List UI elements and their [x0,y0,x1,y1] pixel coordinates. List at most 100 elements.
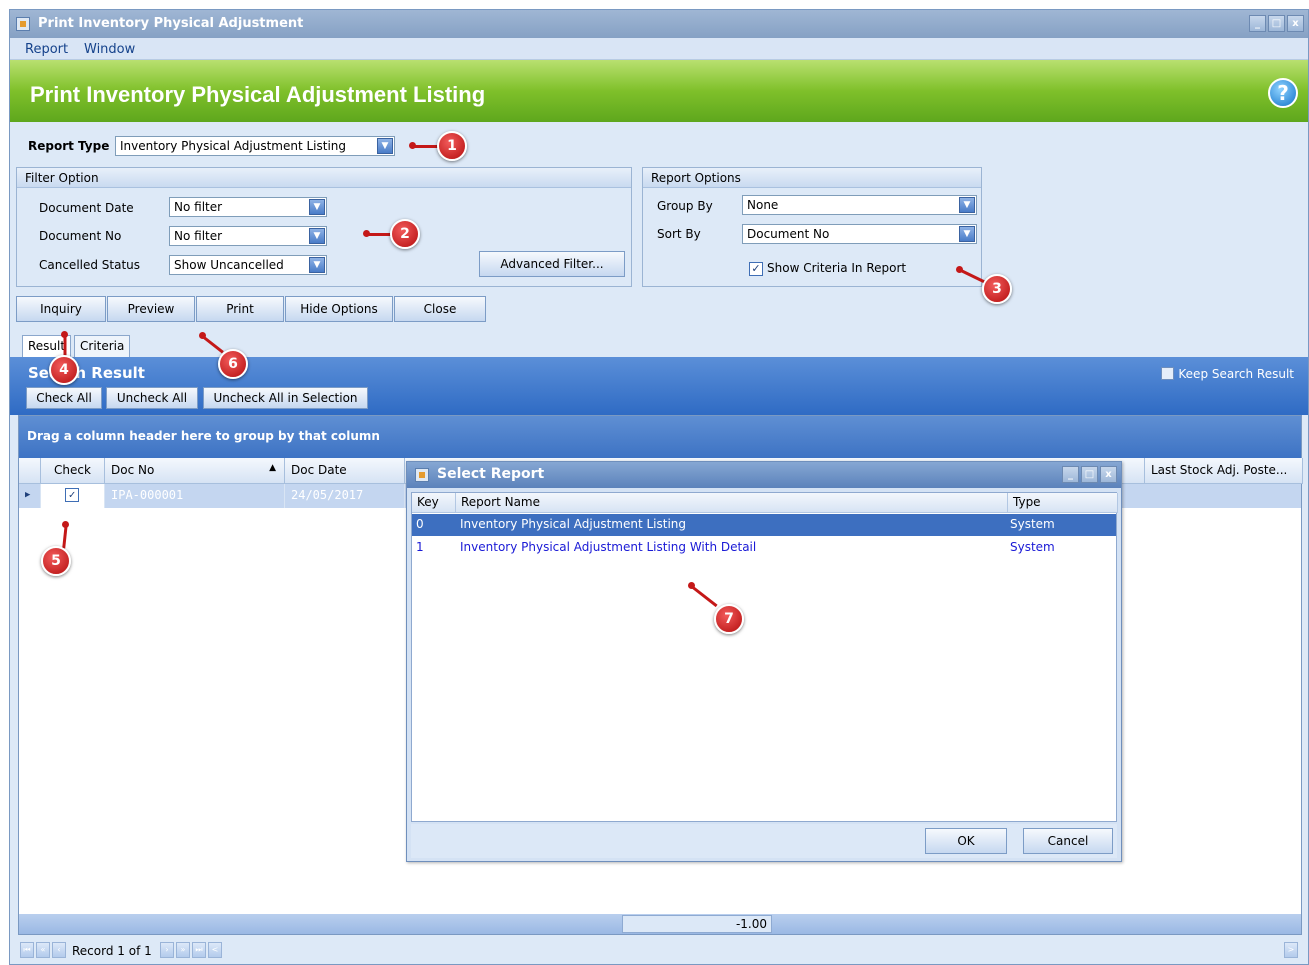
dialog-app-icon [415,468,429,482]
report-key: 1 [416,540,424,554]
window-controls: _ □ x [1249,15,1304,32]
report-type-label: Report Type [28,139,110,153]
search-result-title: Search Result [28,364,145,382]
next-record-icon[interactable]: › [160,942,174,958]
scroll-left-icon[interactable]: < [208,942,222,958]
marker-pin [414,145,438,148]
close-button[interactable]: Close [394,296,486,322]
prev-page-icon[interactable]: « [36,942,50,958]
advanced-filter-button[interactable]: Advanced Filter... [479,251,625,277]
last-record-icon[interactable]: ⏭ [192,942,206,958]
document-date-label: Document Date [39,201,134,215]
chevron-down-icon[interactable]: ▼ [309,228,325,244]
report-type-select[interactable]: Inventory Physical Adjustment Listing ▼ [115,136,395,156]
report-options-group: Report Options Group By None ▼ Sort By D… [642,167,982,287]
marker-2: 2 [390,219,420,249]
report-list: Key Report Name Type 0 Inventory Physica… [411,492,1118,822]
row-doc-date: 24/05/2017 [285,484,405,508]
close-icon[interactable]: x [1287,15,1304,32]
marker-dot [62,521,69,528]
filter-option-title: Filter Option [17,168,631,188]
search-result-bar: Search Result Keep Search Result Check A… [10,357,1308,415]
scroll-right-icon[interactable]: > [1284,942,1298,958]
app-icon [16,17,30,31]
report-options-title: Report Options [643,168,981,188]
report-type: System [1010,517,1055,531]
row-doc-no: IPA-000001 [105,484,285,508]
marker-6: 6 [218,349,248,379]
tab-criteria[interactable]: Criteria [74,335,131,357]
chevron-down-icon[interactable]: ▼ [309,257,325,273]
chevron-down-icon[interactable]: ▼ [377,138,393,154]
document-no-label: Document No [39,229,122,243]
marker-dot [688,582,695,589]
help-icon[interactable]: ? [1268,78,1298,108]
marker-dot [61,331,68,338]
ok-button[interactable]: OK [925,828,1007,854]
list-item[interactable]: 1 Inventory Physical Adjustment Listing … [412,537,1116,559]
group-by-select[interactable]: None ▼ [742,195,977,215]
next-page-icon[interactable]: » [176,942,190,958]
cancelled-status-select[interactable]: Show Uncancelled ▼ [169,255,327,275]
print-button[interactable]: Print [196,296,284,322]
window-title: Print Inventory Physical Adjustment [38,16,304,31]
chevron-down-icon[interactable]: ▼ [959,226,975,242]
column-header-last-stock-adj[interactable]: Last Stock Adj. Poste... [1145,458,1303,484]
maximize-icon[interactable]: □ [1268,15,1285,32]
preview-button[interactable]: Preview [107,296,195,322]
report-key: 0 [416,517,424,531]
dialog-column-type[interactable]: Type [1008,493,1118,513]
dialog-column-key[interactable]: Key [412,493,456,513]
uncheck-all-in-selection-button[interactable]: Uncheck All in Selection [203,387,368,409]
first-record-icon[interactable]: ⏮ [20,942,34,958]
dialog-column-report-name[interactable]: Report Name [456,493,1008,513]
marker-dot [363,230,370,237]
filter-option-group: Filter Option Document Date No filter ▼ … [16,167,632,287]
check-all-button[interactable]: Check All [26,387,102,409]
marker-7: 7 [714,604,744,634]
list-item[interactable]: 0 Inventory Physical Adjustment Listing … [412,514,1116,536]
prev-record-icon[interactable]: ‹ [52,942,66,958]
group-by-value: None [747,198,779,212]
document-no-select[interactable]: No filter ▼ [169,226,327,246]
report-type-value: Inventory Physical Adjustment Listing [120,139,347,153]
cancel-button[interactable]: Cancel [1023,828,1113,854]
menu-report[interactable]: Report [25,42,68,57]
dialog-title-bar: Select Report _ □ x [407,462,1121,488]
column-header-doc-no-label: Doc No [111,463,155,477]
main-window: Print Inventory Physical Adjustment _ □ … [9,9,1309,965]
group-by-label: Group By [657,199,713,213]
group-by-hint: Drag a column header here to group by th… [19,416,1301,458]
menu-window[interactable]: Window [84,42,135,57]
close-icon[interactable]: x [1100,466,1117,483]
column-header-doc-date[interactable]: Doc Date [285,458,405,484]
row-indicator-header [19,458,41,484]
footer-sum-value: -1.00 [622,915,772,933]
sort-by-select[interactable]: Document No ▼ [742,224,977,244]
menu-bar: Report Window [10,38,1308,60]
marker-dot [409,142,416,149]
maximize-icon[interactable]: □ [1081,466,1098,483]
uncheck-all-button[interactable]: Uncheck All [106,387,198,409]
keep-search-result-toggle[interactable]: Keep Search Result [1161,367,1294,381]
chevron-down-icon[interactable]: ▼ [309,199,325,215]
column-header-doc-no[interactable]: Doc No ▲ [105,458,285,484]
sort-by-value: Document No [747,227,830,241]
minimize-icon[interactable]: _ [1249,15,1266,32]
row-check-cell[interactable]: ✓ [41,484,105,508]
report-name: Inventory Physical Adjustment Listing Wi… [460,540,757,554]
chevron-down-icon[interactable]: ▼ [959,197,975,213]
hide-options-button[interactable]: Hide Options [285,296,393,322]
inquiry-button[interactable]: Inquiry [16,296,106,322]
row-checkbox[interactable]: ✓ [65,488,79,502]
report-type: System [1010,540,1055,554]
keep-search-result-label: Keep Search Result [1178,367,1294,381]
show-criteria-label: Show Criteria In Report [767,261,907,275]
document-date-select[interactable]: No filter ▼ [169,197,327,217]
show-criteria-checkbox[interactable]: ✓ [749,262,763,276]
marker-dot [199,332,206,339]
keep-search-result-checkbox[interactable] [1161,367,1175,380]
marker-4: 4 [49,355,79,385]
column-header-check[interactable]: Check [41,458,105,484]
minimize-icon[interactable]: _ [1062,466,1079,483]
